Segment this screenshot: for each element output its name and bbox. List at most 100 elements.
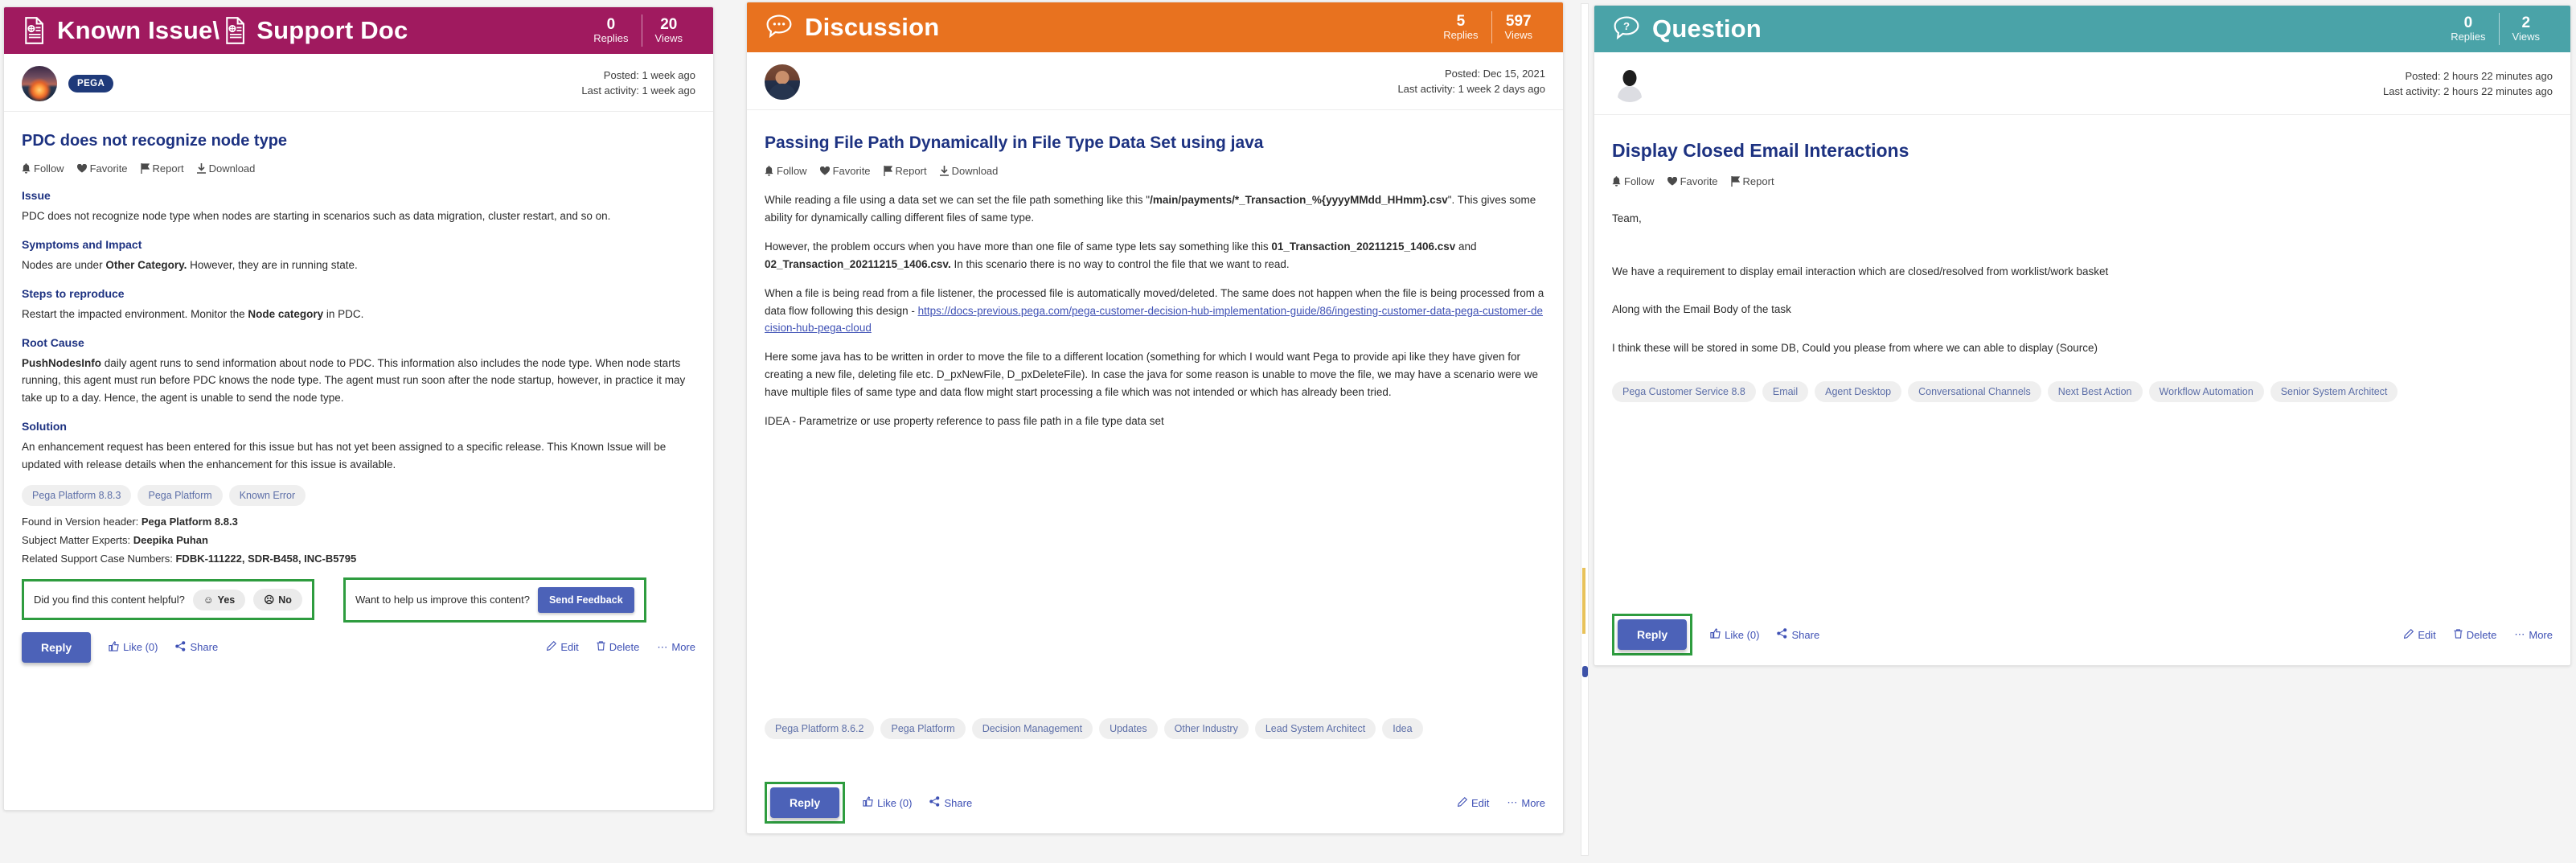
share-action[interactable]: Share — [1777, 628, 1819, 641]
thumbs-up-icon — [109, 641, 119, 654]
post-timestamps: Posted: 2 hours 22 minutes ago Last acti… — [2383, 69, 2553, 100]
replies-label: Replies — [2451, 31, 2486, 43]
heart-icon — [1667, 176, 1677, 186]
report-action[interactable]: Report — [1730, 175, 1774, 187]
share-label: Share — [190, 641, 219, 654]
like-action[interactable]: Like (0) — [109, 641, 158, 654]
posted-date: Posted: Dec 15, 2021 — [1444, 67, 1545, 80]
sme-value: Deepika Puhan — [133, 533, 208, 546]
more-label: More — [2529, 628, 2553, 641]
like-action[interactable]: Like (0) — [1710, 628, 1759, 641]
share-action[interactable]: Share — [929, 796, 972, 809]
share-action[interactable]: Share — [175, 641, 218, 654]
trash-icon — [2454, 628, 2463, 641]
more-label: More — [671, 641, 695, 654]
reply-button[interactable]: Reply — [22, 631, 92, 663]
avatar[interactable] — [765, 64, 800, 100]
more-action[interactable]: ⋯ More — [1507, 796, 1545, 809]
report-label: Report — [152, 162, 184, 175]
tag-item[interactable]: Other Industry — [1163, 718, 1249, 739]
symptoms-post: However, they are in running state. — [187, 258, 358, 271]
section-heading-symptoms: Symptoms and Impact — [22, 237, 142, 251]
section-heading-rootcause: Root Cause — [22, 335, 84, 349]
favorite-action[interactable]: Favorite — [1667, 175, 1718, 187]
like-action[interactable]: Like (0) — [863, 796, 912, 809]
report-action[interactable]: Report — [140, 162, 184, 175]
download-action[interactable]: Download — [196, 162, 255, 175]
share-icon — [1777, 628, 1787, 641]
edit-action[interactable]: Edit — [547, 641, 579, 653]
tag-item[interactable]: Idea — [1382, 718, 1423, 739]
tag-item[interactable]: Senior System Architect — [2270, 381, 2398, 403]
found-in-version-key: Found in Version header: — [22, 515, 142, 528]
p2-bold2: 02_Transaction_20211215_1406.csv. — [765, 257, 951, 270]
tag-item[interactable]: Lead System Architect — [1254, 718, 1376, 739]
tag-item[interactable]: Known Error — [228, 484, 306, 506]
views-count: 20 — [660, 16, 678, 34]
delete-action[interactable]: Delete — [2454, 628, 2497, 641]
tag-item[interactable]: Pega Platform 8.6.2 — [765, 718, 875, 739]
views-stat: 20 Views — [642, 16, 695, 45]
tag-item[interactable]: Email — [1762, 381, 1809, 403]
tag-item[interactable]: Agent Desktop — [1815, 381, 1902, 403]
section-body-symptoms: Nodes are under Other Category. However,… — [22, 257, 695, 274]
edit-label: Edit — [2418, 628, 2436, 641]
like-label: Like (0) — [1725, 628, 1760, 641]
report-label: Report — [1742, 175, 1774, 187]
follow-action[interactable]: Follow — [22, 162, 64, 175]
favorite-action[interactable]: Favorite — [819, 165, 871, 177]
thumbs-up-icon — [863, 796, 873, 809]
tag-item[interactable]: Conversational Channels — [1908, 381, 2041, 403]
reply-button[interactable]: Reply — [770, 787, 840, 818]
tag-item[interactable]: Next Best Action — [2047, 381, 2143, 403]
more-action[interactable]: ⋯ More — [2514, 628, 2553, 641]
tag-item[interactable]: Updates — [1099, 718, 1158, 739]
reply-button[interactable]: Reply — [1618, 619, 1688, 650]
last-activity: Last activity: 2 hours 22 minutes ago — [2382, 84, 2553, 97]
p2-mid: and — [1455, 240, 1477, 253]
tag-item[interactable]: Pega Customer Service 8.8 — [1612, 381, 1756, 403]
reply-button-wrapper: Reply — [22, 631, 92, 663]
page-title: Passing File Path Dynamically in File Ty… — [765, 134, 1264, 152]
tag-item[interactable]: Decision Management — [971, 718, 1093, 739]
tag-item[interactable]: Pega Platform — [137, 484, 223, 506]
p1-pre: While reading a file using a data set we… — [765, 194, 1151, 207]
delete-label: Delete — [2466, 628, 2497, 641]
symptoms-pre: Nodes are under — [22, 258, 106, 271]
discussion-author-strip: Posted: Dec 15, 2021 Last activity: 1 we… — [747, 52, 1563, 110]
avatar[interactable] — [22, 65, 57, 101]
favorite-action[interactable]: Favorite — [76, 162, 128, 175]
helpful-yes-button[interactable]: ☺ Yes — [192, 589, 246, 610]
meta-action-row: Follow Favorite Report — [1612, 175, 2553, 187]
known-issue-card: Known Issue\ Support Doc 0 Replies 20 Vi… — [3, 6, 714, 811]
delete-action[interactable]: Delete — [597, 641, 639, 653]
posted-date: Posted: 2 hours 22 minutes ago — [2405, 69, 2553, 82]
sliver-accent-bar — [1582, 568, 1585, 634]
send-feedback-button[interactable]: Send Feedback — [537, 586, 634, 613]
helpful-no-button[interactable]: ☹ No — [253, 589, 302, 611]
p2-post: In this scenario there is no way to cont… — [950, 257, 1290, 270]
tag-item[interactable]: Pega Platform — [880, 718, 966, 739]
helpful-question: Did you find this content helpful? — [34, 594, 185, 606]
tag-item[interactable]: Pega Platform 8.8.3 — [22, 484, 132, 506]
question-paragraph-2: We have a requirement to display email i… — [1612, 265, 2109, 277]
report-label: Report — [895, 165, 927, 178]
download-action[interactable]: Download — [939, 165, 998, 177]
heart-icon — [819, 166, 830, 175]
related-support-cases: Related Support Case Numbers: FDBK-11122… — [22, 553, 695, 565]
follow-action[interactable]: Follow — [1612, 175, 1655, 187]
favorite-label: Favorite — [89, 162, 128, 175]
feedback-row: Did you find this content helpful? ☺ Yes … — [22, 577, 695, 623]
report-action[interactable]: Report — [883, 165, 927, 178]
edit-action[interactable]: Edit — [2404, 628, 2436, 641]
heart-icon — [76, 164, 87, 173]
question-card: ? Question 0 Replies 2 Views Posted: 2 h… — [1594, 5, 2571, 666]
download-icon — [196, 163, 206, 174]
edit-action[interactable]: Edit — [1457, 796, 1490, 809]
helpful-feedback-box: Did you find this content helpful? ☺ Yes … — [22, 579, 314, 621]
edit-label: Edit — [1471, 796, 1490, 809]
tag-item[interactable]: Workflow Automation — [2148, 381, 2264, 403]
follow-action[interactable]: Follow — [765, 165, 807, 177]
avatar[interactable] — [1612, 66, 1647, 102]
more-action[interactable]: ⋯ More — [657, 641, 695, 654]
